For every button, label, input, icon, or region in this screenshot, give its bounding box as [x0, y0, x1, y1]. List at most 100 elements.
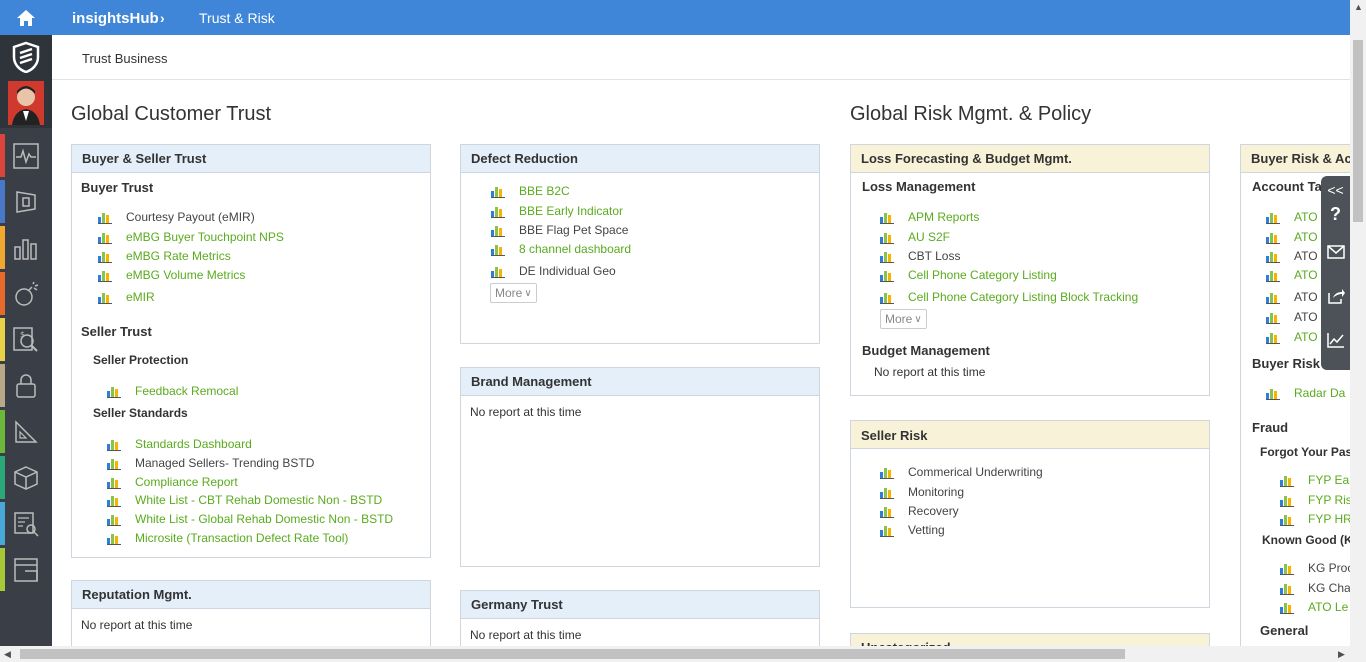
empty-message: No report at this time	[470, 628, 582, 642]
list-item[interactable]: White List - CBT Rehab Domestic Non - BS…	[107, 492, 382, 508]
list-item[interactable]: eMBG Buyer Touchpoint NPS	[98, 229, 284, 245]
bar-chart-icon	[1280, 563, 1294, 575]
bar-chart-icon	[491, 244, 505, 256]
list-item[interactable]: Recovery	[880, 503, 959, 519]
vertical-scrollbar[interactable]: ▲	[1350, 0, 1366, 646]
bar-chart-icon	[491, 206, 505, 218]
list-item[interactable]: White List - Global Rehab Domestic Non -…	[107, 511, 393, 527]
panel-title: Defect Reduction	[461, 145, 819, 173]
bar-chart-icon	[1266, 232, 1280, 244]
list-item[interactable]: Vetting	[880, 522, 945, 538]
share-icon[interactable]	[1321, 282, 1350, 310]
scroll-thumb[interactable]	[1353, 40, 1363, 222]
list-item[interactable]: ATO	[1266, 267, 1318, 283]
list-item[interactable]: ATO Le	[1280, 599, 1348, 615]
mail-icon[interactable]	[1321, 238, 1350, 266]
list-item[interactable]: ATO	[1266, 209, 1318, 225]
list-item[interactable]: ATO	[1266, 248, 1318, 264]
scroll-thumb[interactable]	[20, 649, 1125, 659]
horizontal-scrollbar[interactable]: ◀ ▶	[0, 646, 1366, 662]
list-item[interactable]: APM Reports	[880, 209, 979, 225]
more-button[interactable]: More ∨	[490, 283, 537, 303]
bar-chart-icon	[1280, 495, 1294, 507]
shield-logo-icon[interactable]	[0, 35, 52, 78]
list-item[interactable]: ATO	[1266, 229, 1318, 245]
list-item[interactable]: Standards Dashboard	[107, 436, 252, 452]
bar-chart-icon	[1266, 312, 1280, 324]
sidebar-item-layout[interactable]	[0, 548, 52, 591]
panel-brand-management: Brand Management No report at this time	[460, 367, 820, 567]
list-item[interactable]: ATO	[1266, 329, 1318, 345]
list-item[interactable]: KG Proc	[1280, 560, 1353, 576]
list-item[interactable]: Radar Da	[1266, 385, 1345, 401]
scroll-right-icon[interactable]: ▶	[1338, 649, 1345, 660]
scroll-up-icon[interactable]: ▲	[1354, 2, 1363, 12]
panel-title: Germany Trust	[461, 591, 819, 619]
sidebar-item-charts[interactable]	[0, 226, 52, 269]
list-item[interactable]: DE Individual Geo	[491, 263, 616, 279]
list-item[interactable]: FYP Ea	[1280, 472, 1349, 488]
bar-chart-icon	[880, 487, 894, 499]
group-title-budget-management: Budget Management	[862, 343, 990, 358]
list-item[interactable]: Managed Sellers- Trending BSTD	[107, 455, 314, 471]
panel-title: Reputation Mgmt.	[72, 581, 430, 609]
panel-seller-risk: Seller Risk Commerical Underwriting Moni…	[850, 420, 1210, 608]
breadcrumb-app[interactable]: insightsHub	[72, 10, 159, 27]
panel-title: Seller Risk	[851, 421, 1209, 449]
sidebar-item-cube[interactable]	[0, 456, 52, 499]
list-item[interactable]: Courtesy Payout (eMIR)	[98, 209, 255, 225]
sub-title-seller-standards: Seller Standards	[93, 406, 188, 420]
home-icon	[17, 9, 35, 26]
list-item[interactable]: Monitoring	[880, 484, 964, 500]
group-title-seller-trust: Seller Trust	[81, 324, 152, 339]
sidebar-item-reports[interactable]	[0, 502, 52, 545]
list-item[interactable]: BBE B2C	[491, 183, 570, 199]
list-item[interactable]: Commerical Underwriting	[880, 464, 1043, 480]
list-item[interactable]: FYP HR	[1280, 511, 1352, 527]
sidebar-item-finance[interactable]: $	[0, 318, 52, 361]
trend-chart-icon[interactable]	[1321, 326, 1350, 354]
list-item[interactable]: eMBG Volume Metrics	[98, 267, 245, 283]
list-item[interactable]: Cell Phone Category Listing	[880, 267, 1057, 283]
panel-defect-reduction: Defect Reduction BBE B2C BBE Early Indic…	[460, 144, 820, 344]
cube-icon	[14, 465, 38, 490]
sidebar-item-monitoring[interactable]	[0, 134, 52, 177]
sidebar-item-measure[interactable]	[0, 410, 52, 453]
bar-chart-icon	[107, 386, 121, 398]
bar-chart-icon	[880, 292, 894, 304]
sidebar-item-risk[interactable]	[0, 272, 52, 315]
avatar[interactable]	[0, 78, 52, 128]
more-button[interactable]: More ∨	[880, 309, 927, 329]
bar-chart-icon	[107, 514, 121, 526]
list-item[interactable]: BBE Early Indicator	[491, 203, 623, 219]
list-item[interactable]: Microsite (Transaction Defect Rate Tool)	[107, 530, 348, 546]
list-item[interactable]: eMIR	[98, 289, 155, 305]
sidebar-item-presentation[interactable]	[0, 180, 52, 223]
sidebar-item-security[interactable]	[0, 364, 52, 407]
bar-chart-icon	[1266, 212, 1280, 224]
bar-chart-icon	[98, 292, 112, 304]
list-item[interactable]: Compliance Report	[107, 474, 238, 490]
section-title-global-customer-trust: Global Customer Trust	[71, 103, 272, 125]
bar-chart-icon	[491, 186, 505, 198]
list-item[interactable]: eMBG Rate Metrics	[98, 248, 231, 264]
chevron-right-icon: ›	[160, 10, 165, 26]
list-item[interactable]: Cell Phone Category Listing Block Tracki…	[880, 289, 1138, 305]
list-item[interactable]: BBE Flag Pet Space	[491, 222, 628, 238]
bomb-icon	[15, 281, 39, 306]
home-button[interactable]	[0, 0, 52, 35]
empty-message: No report at this time	[874, 365, 986, 379]
list-item[interactable]: CBT Loss	[880, 248, 960, 264]
list-item[interactable]: 8 channel dashboard	[491, 241, 631, 257]
scroll-left-icon[interactable]: ◀	[4, 649, 11, 660]
list-item[interactable]: ATO	[1266, 309, 1318, 325]
tab-trust-business[interactable]: Trust Business	[82, 51, 168, 66]
list-item[interactable]: AU S2F	[880, 229, 950, 245]
breadcrumb-page: Trust & Risk	[199, 10, 275, 26]
list-item[interactable]: Feedback Remocal	[107, 383, 238, 399]
list-item[interactable]: FYP Ris	[1280, 492, 1352, 508]
list-item[interactable]: KG Cha	[1280, 580, 1351, 596]
help-icon[interactable]: ?	[1321, 200, 1350, 228]
list-item[interactable]: ATO	[1266, 289, 1318, 305]
panel-loss-forecasting: Loss Forecasting & Budget Mgmt. Loss Man…	[850, 144, 1210, 396]
